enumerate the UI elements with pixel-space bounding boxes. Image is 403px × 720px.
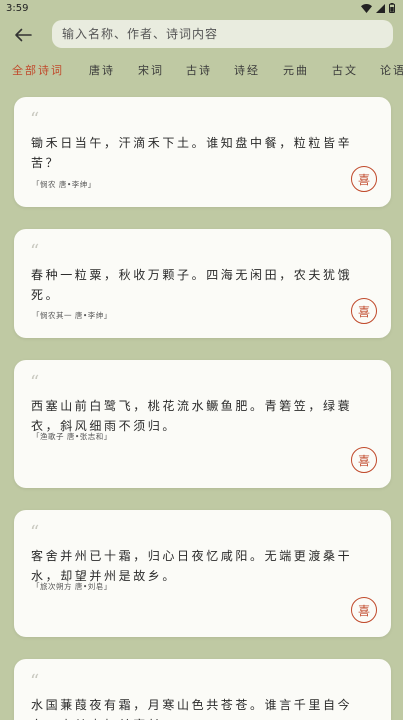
poem-source: 「渔歌子 唐•张志和」 bbox=[32, 432, 112, 441]
category-tabs: 全部诗词 唐诗 宋词 古诗 诗经 元曲 古文 论语 bbox=[0, 60, 403, 82]
tab-book-of-songs[interactable]: 诗经 bbox=[234, 62, 260, 78]
tab-analects[interactable]: 论语 bbox=[380, 62, 403, 78]
poem-source: 「悯农其一 唐•李绅」 bbox=[32, 311, 112, 320]
poem-card[interactable]: “ 锄禾日当午，汗滴禾下土。谁知盘中餐，粒粒皆辛苦？ 「悯农 唐•李绅」 喜 bbox=[14, 97, 391, 207]
signal-icon bbox=[376, 3, 385, 13]
search-input[interactable] bbox=[52, 20, 393, 48]
tab-tang-poems[interactable]: 唐诗 bbox=[89, 62, 115, 78]
quote-mark-icon: “ bbox=[30, 522, 40, 543]
poem-card[interactable]: “ 西塞山前白鹭飞，桃花流水鳜鱼肥。青箬笠，绿蓑衣，斜风细雨不须归。 「渔歌子 … bbox=[14, 360, 391, 488]
tab-ancient-poems[interactable]: 古诗 bbox=[186, 62, 212, 78]
status-icons bbox=[361, 3, 395, 13]
top-bar bbox=[0, 18, 403, 52]
poem-card[interactable]: “ 客舍并州已十霜，归心日夜忆咸阳。无端更渡桑干水，却望并州是故乡。 「旅次朔方… bbox=[14, 510, 391, 637]
like-button[interactable]: 喜 bbox=[351, 447, 377, 473]
back-arrow-icon bbox=[15, 28, 32, 42]
quote-mark-icon: “ bbox=[30, 671, 40, 692]
poem-text: 水国蒹葭夜有霜，月寒山色共苍苍。谁言千里自今夕，离梦杳如关塞长。 bbox=[31, 698, 353, 720]
like-button[interactable]: 喜 bbox=[351, 597, 377, 623]
tab-all-poems[interactable]: 全部诗词 bbox=[12, 62, 64, 78]
poem-card[interactable]: “ 春种一粒粟，秋收万颗子。四海无闲田，农夫犹饿死。 「悯农其一 唐•李绅」 喜 bbox=[14, 229, 391, 338]
poem-text: 客舍并州已十霜，归心日夜忆咸阳。无端更渡桑干水，却望并州是故乡。 bbox=[31, 549, 353, 583]
quote-mark-icon: “ bbox=[30, 372, 40, 393]
tab-song-ci[interactable]: 宋词 bbox=[138, 62, 164, 78]
poem-source: 「旅次朔方 唐•刘皂」 bbox=[32, 582, 112, 591]
poem-card[interactable]: “ 水国蒹葭夜有霜，月寒山色共苍苍。谁言千里自今夕，离梦杳如关塞长。 bbox=[14, 659, 391, 720]
status-time: 3:59 bbox=[6, 2, 29, 14]
battery-icon bbox=[389, 3, 395, 13]
status-bar: 3:59 bbox=[0, 0, 403, 16]
poem-text: 春种一粒粟，秋收万颗子。四海无闲田，农夫犹饿死。 bbox=[31, 268, 353, 302]
tab-yuan-qu[interactable]: 元曲 bbox=[283, 62, 309, 78]
back-button[interactable] bbox=[10, 22, 36, 48]
wifi-icon bbox=[361, 3, 372, 13]
poem-source: 「悯农 唐•李绅」 bbox=[32, 180, 96, 189]
poem-text: 西塞山前白鹭飞，桃花流水鳜鱼肥。青箬笠，绿蓑衣，斜风细雨不须归。 bbox=[31, 399, 353, 433]
like-button[interactable]: 喜 bbox=[351, 298, 377, 324]
tab-classical-prose[interactable]: 古文 bbox=[332, 62, 358, 78]
like-button[interactable]: 喜 bbox=[351, 166, 377, 192]
quote-mark-icon: “ bbox=[30, 241, 40, 262]
quote-mark-icon: “ bbox=[30, 109, 40, 130]
poem-text: 锄禾日当午，汗滴禾下土。谁知盘中餐，粒粒皆辛苦？ bbox=[31, 136, 353, 170]
